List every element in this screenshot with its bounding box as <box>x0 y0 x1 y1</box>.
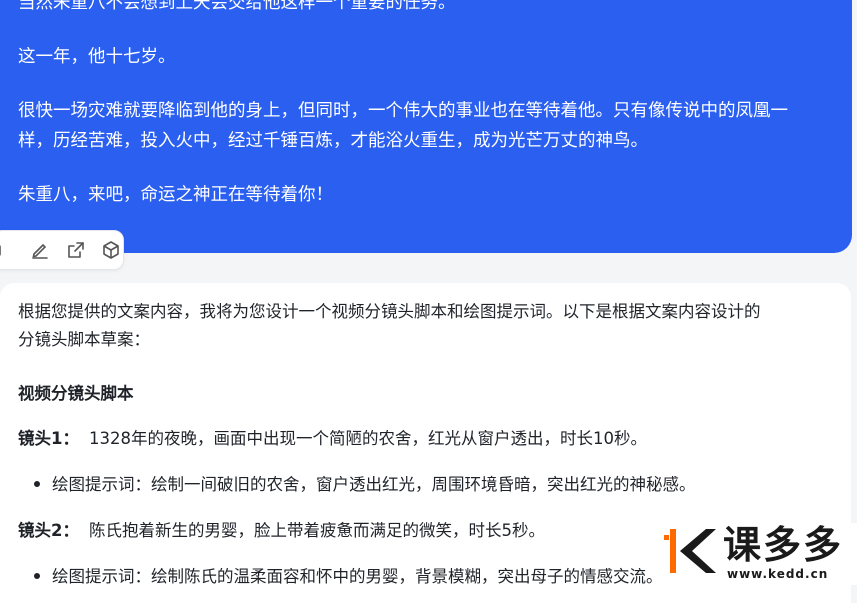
user-line: 当然朱重八不会想到上天会交给他这样一个重要的任务。 <box>18 0 456 13</box>
shot-text: 陈氏抱着新生的男婴，脸上带着疲惫而满足的微笑，时长5秒。 <box>88 521 545 540</box>
shot-line: 镜头1： 1328年的夜晚，画面中出现一个简陋的农舍，红光从窗户透出，时长10秒。 <box>18 425 647 452</box>
share-icon[interactable] <box>64 238 88 262</box>
message-action-bar <box>0 230 124 270</box>
prompt-bullet: 绘图提示词：绘制一间破旧的农舍，窗户透出红光，周围环境昏暗，突出红光的神秘感。 <box>34 471 696 498</box>
bullet-icon <box>34 480 40 487</box>
user-line: 很快一场灾难就要降临到他的身上，但同时，一个伟大的事业也在等待着他。只有像传说中… <box>18 101 788 121</box>
shot-label: 镜头1： <box>18 429 79 448</box>
reply-intro-line: 根据您提供的文案内容，我将为您设计一个视频分镜头脚本和绘图提示词。以下是根据文案… <box>18 302 761 321</box>
shot-line: 镜头2： 陈氏抱着新生的男婴，脸上带着疲惫而满足的微笑，时长5秒。 <box>18 517 545 544</box>
watermark-brand: 课多多 <box>723 523 844 567</box>
user-line: 这一年，他十七岁。 <box>18 47 176 67</box>
reply-intro: 根据您提供的文案内容，我将为您设计一个视频分镜头脚本和绘图提示词。以下是根据文案… <box>18 298 833 353</box>
watermark-url: www.kedd.cn <box>727 567 829 581</box>
bullet-icon <box>34 572 40 579</box>
prompt-bullet: 绘图提示词：绘制陈氏的温柔面容和怀中的男婴，背景模糊，突出母子的情感交流。 <box>34 563 663 590</box>
brand-logo-icon <box>664 529 716 573</box>
cube-icon[interactable] <box>100 238 124 262</box>
edit-icon[interactable] <box>29 238 53 262</box>
reply-heading: 视频分镜头脚本 <box>18 384 134 403</box>
prompt-text: 绘图提示词：绘制陈氏的温柔面容和怀中的男婴，背景模糊，突出母子的情感交流。 <box>52 567 663 586</box>
user-message-bubble: 当然朱重八不会想到上天会交给他这样一个重要的任务。 这一年，他十七岁。 很快一场… <box>0 0 852 253</box>
prompt-text: 绘图提示词：绘制一间破旧的农舍，窗户透出红光，周围环境昏暗，突出红光的神秘感。 <box>52 475 696 494</box>
user-line: 样，历经苦难，投入火中，经过千锤百炼，才能浴火重生，成为光芒万丈的神鸟。 <box>18 131 648 151</box>
watermark-logo: 课多多 www.kedd.cn <box>657 523 857 585</box>
reply-intro-line: 分镜头脚本草案： <box>18 329 150 349</box>
shot-label: 镜头2： <box>18 521 79 540</box>
user-line: 朱重八，来吧，命运之神正在等待着你！ <box>18 185 333 205</box>
shot-text: 1328年的夜晚，画面中出现一个简陋的农舍，红光从窗户透出，时长10秒。 <box>88 429 647 448</box>
copy-icon[interactable] <box>0 238 17 262</box>
user-message-text: 当然朱重八不会想到上天会交给他这样一个重要的任务。 这一年，他十七岁。 很快一场… <box>18 0 818 210</box>
